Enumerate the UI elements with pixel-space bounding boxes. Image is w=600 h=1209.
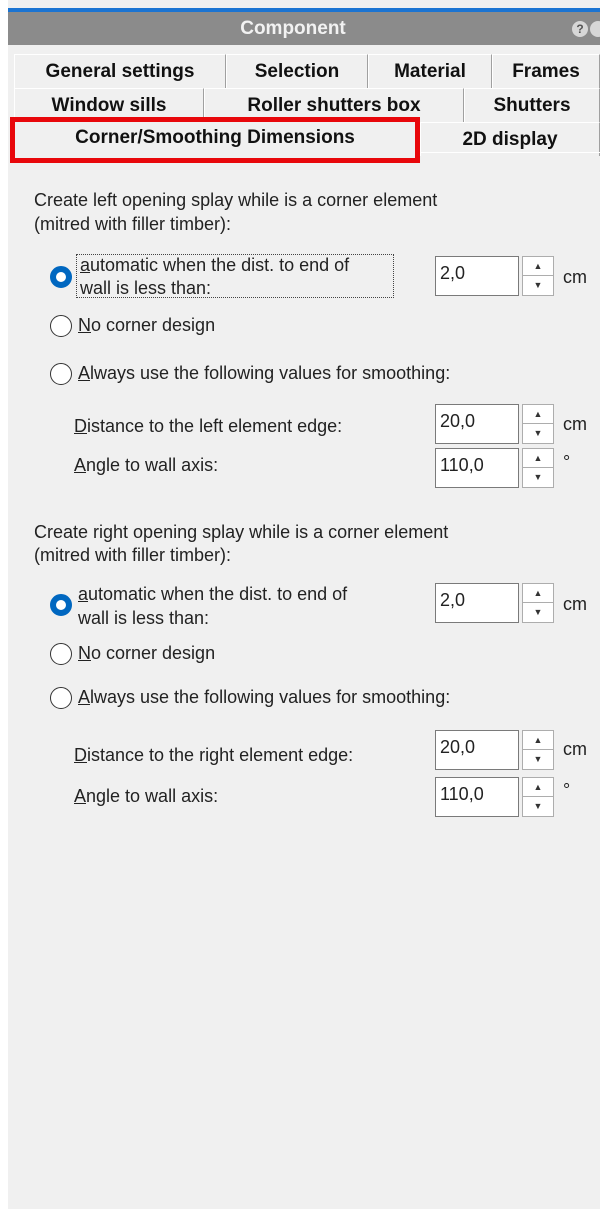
- title-bar[interactable]: Component ?: [8, 8, 600, 45]
- right-angle-input[interactable]: 110,0: [435, 777, 519, 817]
- tab-2d-display[interactable]: 2D display: [420, 122, 600, 156]
- right-no-corner-label-rest: o corner design: [91, 643, 216, 663]
- right-angle-unit: °: [563, 780, 571, 800]
- spin-down-icon[interactable]: ▼: [523, 750, 553, 769]
- left-no-corner-mnemonic: N: [78, 315, 91, 335]
- left-auto-label-line1[interactable]: automatic when the dist. to end of: [80, 255, 349, 276]
- left-auto-mnemonic: a: [80, 255, 91, 275]
- right-no-corner-label[interactable]: No corner design: [78, 643, 215, 664]
- tab-frames[interactable]: Frames: [492, 54, 600, 88]
- right-distance-label: Distance to the right element edge:: [74, 745, 353, 766]
- right-angle-stepper[interactable]: ▲ ▼: [522, 777, 554, 817]
- right-always-mnemonic: A: [78, 687, 91, 707]
- left-no-corner-label-rest: o corner design: [91, 315, 216, 335]
- spin-up-icon[interactable]: ▲: [523, 731, 553, 750]
- spin-down-icon[interactable]: ▼: [523, 276, 553, 295]
- left-heading-line2: (mitred with filler timber):: [34, 214, 232, 234]
- spin-up-icon[interactable]: ▲: [523, 449, 553, 468]
- left-distance-mnemonic: D: [74, 416, 87, 436]
- right-auto-label-line1[interactable]: automatic when the dist. to end of: [78, 584, 347, 605]
- left-angle-label: Angle to wall axis:: [74, 455, 218, 476]
- right-no-corner-radio[interactable]: [50, 643, 72, 665]
- left-no-corner-radio[interactable]: [50, 315, 72, 337]
- left-angle-label-rest: ngle to wall axis:: [86, 455, 219, 475]
- help-icon-secondary[interactable]: [590, 21, 600, 37]
- tab-selection[interactable]: Selection: [226, 54, 368, 88]
- left-always-label-rest: lways use the following values for smoot…: [90, 363, 451, 383]
- left-angle-input[interactable]: 110,0: [435, 448, 519, 488]
- help-icon[interactable]: ?: [572, 21, 588, 37]
- right-angle-mnemonic: A: [74, 786, 87, 806]
- right-no-corner-mnemonic: N: [78, 643, 91, 663]
- right-auto-distance-input[interactable]: 2,0: [435, 583, 519, 623]
- spin-up-icon[interactable]: ▲: [523, 584, 553, 603]
- left-auto-unit: cm: [563, 267, 587, 287]
- right-distance-label-rest: istance to the right element edge:: [87, 745, 354, 765]
- left-auto-label-rest: utomatic when the dist. to end of: [90, 255, 350, 275]
- right-auto-radio[interactable]: [50, 594, 72, 616]
- right-heading-line1: Create right opening splay while is a co…: [34, 522, 449, 542]
- spin-down-icon[interactable]: ▼: [523, 603, 553, 622]
- left-distance-input[interactable]: 20,0: [435, 404, 519, 444]
- spin-up-icon[interactable]: ▲: [523, 257, 553, 276]
- right-distance-unit: cm: [563, 739, 587, 759]
- right-angle-label-rest: ngle to wall axis:: [86, 786, 219, 806]
- spin-down-icon[interactable]: ▼: [523, 797, 553, 816]
- right-always-radio[interactable]: [50, 687, 72, 709]
- spin-up-icon[interactable]: ▲: [523, 778, 553, 797]
- left-auto-radio[interactable]: [50, 266, 72, 288]
- right-heading-line2: (mitred with filler timber):: [34, 545, 232, 565]
- left-angle-unit: °: [563, 452, 571, 472]
- right-auto-label-rest: utomatic when the dist. to end of: [88, 584, 348, 604]
- left-always-label[interactable]: Always use the following values for smoo…: [78, 363, 450, 384]
- left-distance-label-rest: istance to the left element edge:: [87, 416, 343, 436]
- right-always-label-rest: lways use the following values for smoot…: [90, 687, 451, 707]
- left-always-mnemonic: A: [78, 363, 91, 383]
- right-distance-mnemonic: D: [74, 745, 87, 765]
- tab-corner-smoothing-dimensions[interactable]: Corner/Smoothing Dimensions: [10, 117, 420, 163]
- right-always-label[interactable]: Always use the following values for smoo…: [78, 687, 450, 708]
- right-auto-mnemonic: a: [78, 584, 89, 604]
- left-distance-stepper[interactable]: ▲ ▼: [522, 404, 554, 444]
- left-no-corner-label[interactable]: No corner design: [78, 315, 215, 336]
- spin-down-icon[interactable]: ▼: [523, 468, 553, 487]
- left-distance-label: Distance to the left element edge:: [74, 416, 342, 437]
- tab-shutters[interactable]: Shutters: [464, 88, 600, 122]
- right-auto-label-line2: wall is less than:: [78, 608, 210, 628]
- window-title: Component: [240, 18, 346, 39]
- left-always-radio[interactable]: [50, 363, 72, 385]
- left-angle-stepper[interactable]: ▲ ▼: [522, 448, 554, 488]
- right-auto-unit: cm: [563, 594, 587, 614]
- tab-divider: [420, 152, 600, 153]
- right-auto-distance-stepper[interactable]: ▲ ▼: [522, 583, 554, 623]
- left-auto-label-line2: wall is less than:: [80, 278, 212, 298]
- right-distance-stepper[interactable]: ▲ ▼: [522, 730, 554, 770]
- left-auto-distance-input[interactable]: 2,0: [435, 256, 519, 296]
- left-heading-line1: Create left opening splay while is a cor…: [34, 190, 438, 210]
- left-distance-unit: cm: [563, 414, 587, 434]
- right-distance-input[interactable]: 20,0: [435, 730, 519, 770]
- tab-material[interactable]: Material: [368, 54, 492, 88]
- left-auto-distance-stepper[interactable]: ▲ ▼: [522, 256, 554, 296]
- spin-up-icon[interactable]: ▲: [523, 405, 553, 424]
- left-angle-mnemonic: A: [74, 455, 87, 475]
- spin-down-icon[interactable]: ▼: [523, 424, 553, 443]
- tab-general-settings[interactable]: General settings: [14, 54, 226, 88]
- right-angle-label: Angle to wall axis:: [74, 786, 218, 807]
